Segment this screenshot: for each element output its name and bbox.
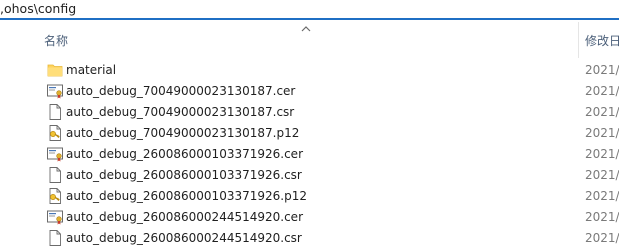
file-date: 2021/ <box>585 105 619 119</box>
list-item[interactable]: auto_debug_260086000103371926.csr 2021/ <box>40 164 619 186</box>
file-date: 2021/ <box>585 189 619 203</box>
file-name: auto_debug_70049000023130187.p12 <box>66 126 300 140</box>
list-item[interactable]: auto_debug_260086000244514920.csr 2021/ <box>40 227 619 246</box>
file-date: 2021/ <box>585 84 619 98</box>
sort-ascending-icon <box>301 26 311 32</box>
list-item[interactable]: material 2021/ <box>40 59 619 81</box>
file-name: auto_debug_260086000244514920.csr <box>66 231 302 245</box>
keystore-file-icon <box>49 125 61 141</box>
file-date: 2021/ <box>585 126 619 140</box>
file-date: 2021/ <box>585 168 619 182</box>
list-item[interactable]: auto_debug_70049000023130187.p12 2021/ <box>40 122 619 144</box>
certificate-file-icon <box>47 147 63 162</box>
list-item[interactable]: auto_debug_260086000103371926.cer 2021/ <box>40 143 619 165</box>
certificate-file-icon <box>47 210 63 225</box>
blank-file-icon <box>49 104 61 120</box>
file-name: auto_debug_260086000103371926.csr <box>66 168 302 182</box>
folder-icon <box>47 64 63 77</box>
file-date: 2021/ <box>585 210 619 224</box>
column-header-date-modified[interactable]: 修改日 <box>585 32 619 49</box>
file-date: 2021/ <box>585 63 619 77</box>
file-date: 2021/ <box>585 147 619 161</box>
file-explorer-window: ,ohos\config 名称 修改日 material 2021/ auto_… <box>0 0 619 246</box>
blank-file-icon <box>49 167 61 183</box>
list-item[interactable]: auto_debug_70049000023130187.cer 2021/ <box>40 80 619 102</box>
file-name: auto_debug_70049000023130187.csr <box>66 105 295 119</box>
file-name: material <box>66 63 117 77</box>
certificate-file-icon <box>47 84 63 99</box>
file-date: 2021/ <box>585 231 619 245</box>
file-name: auto_debug_70049000023130187.cer <box>66 84 296 98</box>
file-list-header: 名称 修改日 <box>0 22 619 58</box>
list-item[interactable]: auto_debug_70049000023130187.csr 2021/ <box>40 101 619 123</box>
column-separator[interactable] <box>578 22 579 58</box>
list-item[interactable]: auto_debug_260086000103371926.p12 2021/ <box>40 185 619 207</box>
file-name: auto_debug_260086000244514920.cer <box>66 210 303 224</box>
keystore-file-icon <box>49 188 61 204</box>
file-name: auto_debug_260086000103371926.p12 <box>66 189 307 203</box>
file-name: auto_debug_260086000103371926.cer <box>66 147 303 161</box>
address-path[interactable]: ,ohos\config <box>0 1 76 16</box>
address-bar[interactable]: ,ohos\config <box>0 0 619 20</box>
blank-file-icon <box>49 230 61 246</box>
column-header-name[interactable]: 名称 <box>44 32 68 49</box>
list-item[interactable]: auto_debug_260086000244514920.cer 2021/ <box>40 206 619 228</box>
